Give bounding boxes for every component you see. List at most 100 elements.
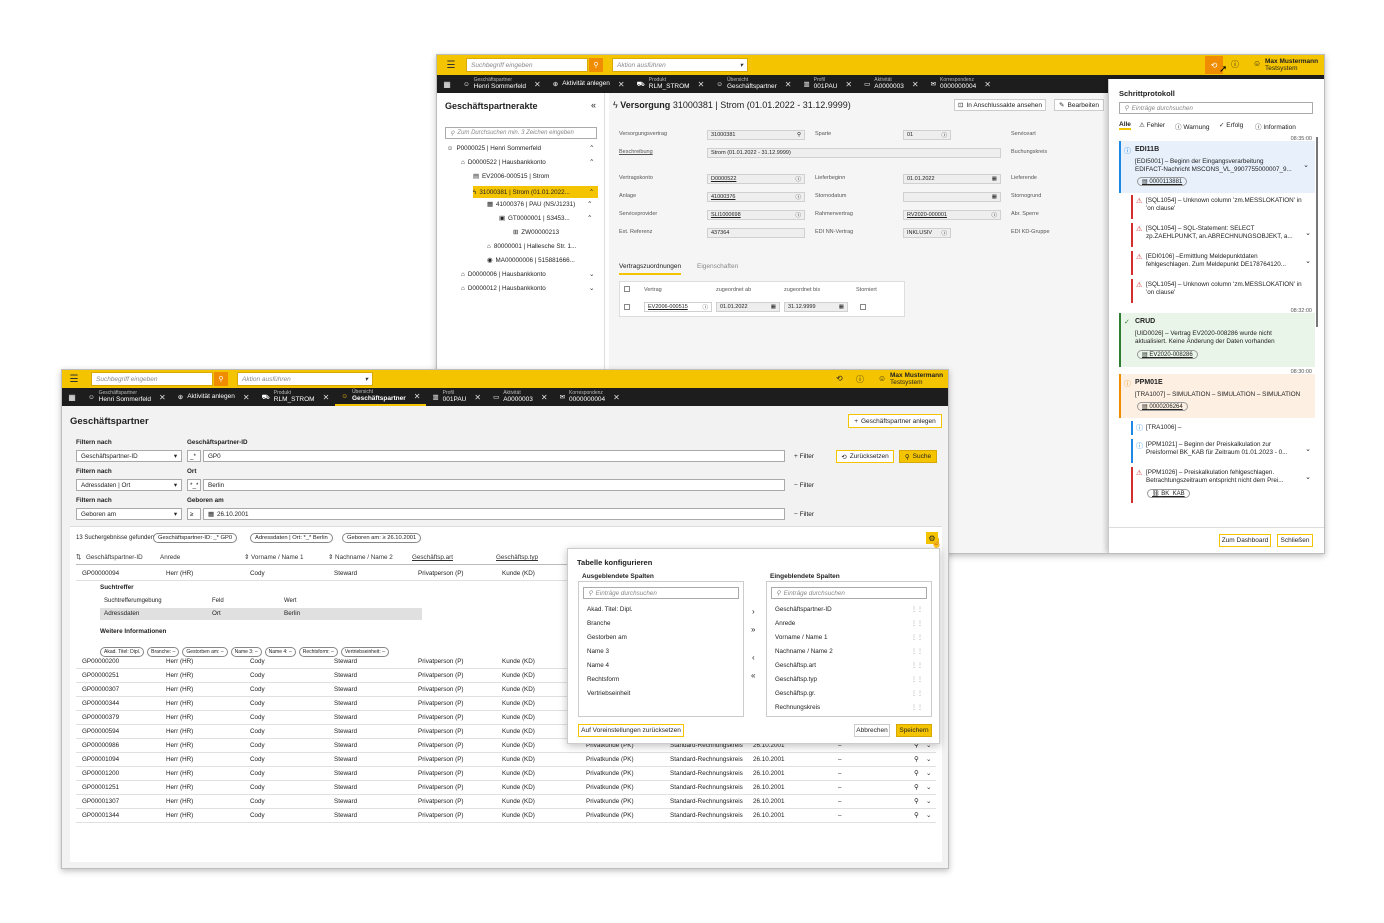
tree-item-account[interactable]: ⌂ D0000522 | Hausbankkonto ⌃ [461,159,594,166]
zoom-icon[interactable]: ⚲ [914,756,919,763]
info-chip[interactable]: Branche: – [147,647,180,657]
dashboard-button[interactable]: Zum Dashboard [1219,534,1271,547]
search-icon[interactable]: ⚲ [214,372,228,386]
log-group-edi[interactable]: ⓘ EDI11B [EDI5001] – Beginn der Eingangs… [1119,141,1315,193]
shown-column-item[interactable]: Geschäftspartner-ID [775,606,832,613]
close-icon[interactable]: ✕ [541,393,548,402]
hidden-column-item[interactable]: Akad. Titel: Dipl. [587,606,633,613]
hidden-column-item[interactable]: Rechtsform [587,676,619,683]
sidebar-search-input[interactable]: ⚲ Zum Durchsuchen min. 3 Zeichen eingeben [445,127,597,139]
apps-icon[interactable]: ▦ [62,393,82,402]
hidden-column-item[interactable]: Name 4 [587,662,609,669]
collapse-icon[interactable]: « [591,100,596,110]
info-icon[interactable]: ⓘ [941,131,947,139]
user-icon[interactable]: ☺ [878,374,886,383]
tab-partner[interactable]: ☺ Geschäftspartner Henri Sommerfeld ✕ [457,75,547,93]
tab-activity-create[interactable]: ⊕ Aktivität anlegen ✕ [547,75,631,93]
tree-item-contract[interactable]: ▤ EV2006-000515 | Strom [473,173,549,180]
log-filter-success[interactable]: ✓ Erfolg [1219,121,1243,129]
help-icon[interactable]: ⓘ [856,374,864,385]
filter-chip[interactable]: Adressdaten | Ort: *_* Berlin [250,533,333,543]
zoom-icon[interactable]: ⚲ [914,812,919,819]
info-icon[interactable]: ⓘ [941,229,947,237]
add-filter-button[interactable]: + Filter [794,453,814,460]
chevron-up-icon[interactable]: ⌃ [589,189,594,196]
operator-2[interactable]: *_* [187,479,201,491]
log-group-ppm[interactable]: ⓘ PPM01E [TRA1007] – SIMULATION – SIMULA… [1119,374,1315,418]
drag-handle-icon[interactable]: ⋮⋮ [911,634,923,641]
filter-select-2[interactable]: Adressdaten | Ort ▾ [76,479,182,491]
info-chip[interactable]: Name 3: – [230,647,262,657]
front-action-select[interactable]: Aktion ausführen ▾ [237,372,373,386]
tab-product[interactable]: ⛟ Produkt RLM_STROM ✕ [631,75,711,93]
cancel-button[interactable]: Abbrechen [854,724,890,737]
log-scrollbar[interactable] [1316,137,1318,327]
tab-properties[interactable]: Eigenschaften [697,263,738,270]
shown-column-item[interactable]: Geschäftsp.art [775,662,816,669]
table-cell[interactable]: EV2006-000515 ⓘ [644,302,712,312]
log-badge[interactable]: ⛓ BK_KAB [1147,489,1190,498]
log-filter-all[interactable]: Alle [1119,121,1131,130]
close-icon[interactable]: ✕ [618,80,625,89]
close-icon[interactable]: ✕ [534,80,541,89]
info-chip[interactable]: Akad. Titel: Dipl. [100,647,145,657]
tab-overview[interactable]: ☺ Übersicht Geschäftspartner ✕ [335,388,427,406]
table-cell[interactable]: 31.12.9999 ▦ [784,302,848,312]
th-kind[interactable]: Geschäftsp.typ [496,554,538,561]
close-icon[interactable]: ✕ [845,80,852,89]
log-filter-info[interactable]: ⓘ Information [1255,121,1296,131]
drag-handle-icon[interactable]: ⋮⋮ [911,620,923,627]
log-entry-error[interactable]: ⚠ [EDI0106] –Ermittlung Meldepunktdaten … [1131,251,1315,275]
log-group-crud[interactable]: ✓ CRUD [UID0026] – Vertrag EV2020-008286… [1119,313,1315,367]
zoom-icon[interactable]: ⚲ [914,798,919,805]
history-icon[interactable]: ⟲ [836,374,843,383]
close-icon[interactable]: ✕ [414,392,421,401]
log-entry-error[interactable]: ⚠ [SQL1054] – SQL-Statement: SELECT zp.Z… [1131,223,1315,247]
close-log-button[interactable]: Schließen [1277,534,1313,547]
log-filter-warning[interactable]: ⓘ Warnung [1175,121,1209,131]
apps-icon[interactable]: ▦ [437,80,457,89]
tree-item-device[interactable]: ▣ GT0000001 | S3453... ⌃ [499,215,592,222]
log-entry-info[interactable]: ⓘ [PPM1021] – Beginn der Preiskalkulatio… [1131,439,1315,463]
tab-product[interactable]: ⛟ Produkt RLM_STROM ✕ [256,388,336,406]
table-row[interactable]: GP00001094 Herr (HR) Cody Steward Privatpers… [76,753,936,767]
calendar-icon[interactable]: ▦ [992,176,997,182]
close-icon[interactable]: ✕ [323,393,330,402]
tree-item-address[interactable]: ⌂ 80000001 | Hallesche Str. 1... [487,243,576,250]
reset-button[interactable]: ⟲ Zurücksetzen [836,450,894,463]
log-badge[interactable]: ▤ EV2020-008286 [1137,350,1198,359]
shown-search-input[interactable]: ⚲ Einträge durchsuchen [771,587,927,599]
close-icon[interactable]: ✕ [474,393,481,402]
chevron-up-icon[interactable]: ⌃ [587,215,592,222]
user-menu[interactable]: Max Mustermann Testsystem [890,372,943,386]
chevron-down-icon[interactable]: ⌄ [926,770,931,777]
operator-1[interactable]: _* [187,450,201,462]
chevron-up-icon[interactable]: ⌃ [589,159,594,166]
chevron-down-icon[interactable]: ⌄ [1305,473,1311,481]
checkbox[interactable] [624,286,630,292]
info-chip[interactable]: Rechtsform: – [298,647,338,657]
filter-chip[interactable]: Geboren am: ≥ 26.10.2001 [342,533,422,543]
chevron-down-icon[interactable]: ⌄ [926,798,931,805]
chevron-down-icon[interactable]: ⌄ [926,812,931,819]
table-row[interactable]: GP00001251 Herr (HR) Cody Steward Privatpers… [76,781,936,795]
tab-correspondence[interactable]: ✉ Korrespondenz 0000000004 ✕ [925,75,997,93]
filter-value-1[interactable]: GP0 [203,450,785,462]
close-icon[interactable]: ✕ [698,80,705,89]
hidden-search-input[interactable]: ⚲ Einträge durchsuchen [583,587,739,599]
search-icon[interactable]: ⚲ [589,58,603,72]
drag-handle-icon[interactable]: ⋮⋮ [911,690,923,697]
shown-column-item[interactable]: Geschäftsp.typ [775,676,817,683]
th-partner-id[interactable]: Geschäftspartner-ID [86,554,143,561]
tab-profile[interactable]: ▥ Profil 001PAU ✕ [426,388,487,406]
edit-button[interactable]: ✎ Bearbeiten [1054,99,1104,111]
menu-icon[interactable]: ☰ [64,374,84,385]
tab-activity[interactable]: ▭ Aktivität A0000003 ✕ [487,388,554,406]
hidden-column-item[interactable]: Gestorben am [587,634,627,641]
menu-icon[interactable]: ☰ [441,60,461,71]
front-search-input[interactable]: Suchbegriff eingeben [91,372,213,386]
search-icon[interactable]: ⚲ [797,132,801,138]
tab-overview[interactable]: ☺ Übersicht Geschäftspartner ✕ [710,75,797,93]
th-type[interactable]: Geschäftsp.art [412,554,453,561]
log-entry-error[interactable]: ⚠ [SQL1054] – Unknown column 'zm.MESSLOK… [1131,195,1315,219]
